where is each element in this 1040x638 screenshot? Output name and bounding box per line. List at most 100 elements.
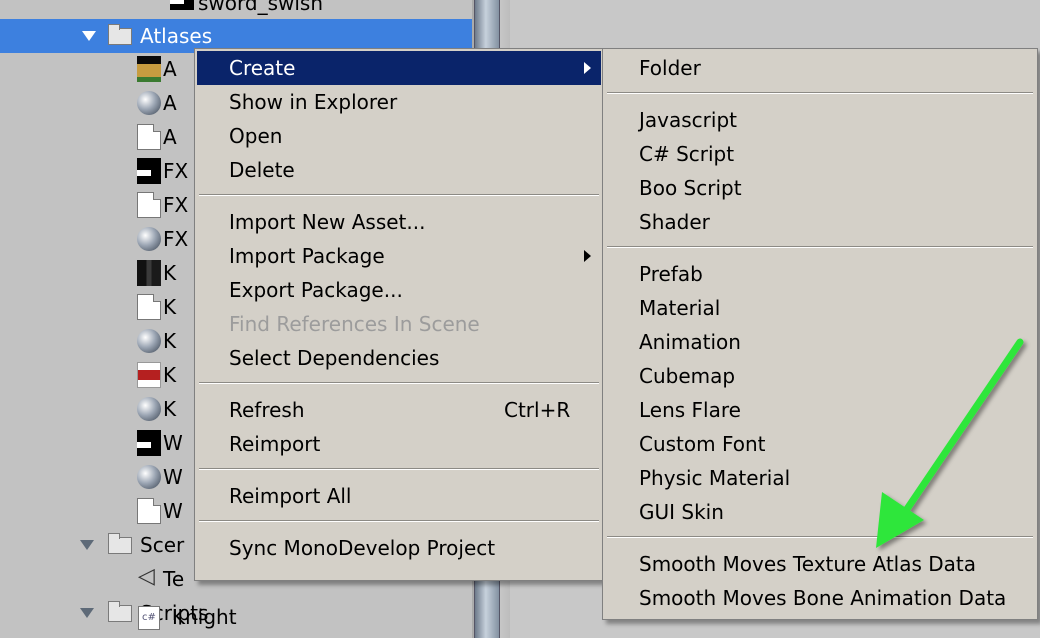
folder-icon xyxy=(108,533,132,554)
menu-item-export-package[interactable]: Export Package... xyxy=(197,273,601,307)
menu-item-label: Create xyxy=(229,56,296,80)
tree-item-label: A xyxy=(163,91,177,115)
menu-separator xyxy=(199,468,599,470)
texture-icon xyxy=(137,260,161,286)
document-icon xyxy=(137,192,161,218)
texture-icon xyxy=(170,0,194,10)
menu-item-folder[interactable]: Folder xyxy=(605,51,1035,85)
menu-item-physic-material[interactable]: Physic Material xyxy=(605,461,1035,495)
menu-item-label: Refresh xyxy=(229,398,305,422)
menu-item-select-dependencies[interactable]: Select Dependencies xyxy=(197,341,601,375)
submenu-arrow-icon xyxy=(584,62,591,74)
tree-item-label: K xyxy=(163,363,177,387)
menu-item-reimport-all[interactable]: Reimport All xyxy=(197,479,601,513)
menu-item-label: Physic Material xyxy=(639,466,791,490)
tree-item-label: K xyxy=(163,397,177,421)
texture-icon xyxy=(137,158,161,184)
menu-item-label: Material xyxy=(639,296,721,320)
menu-item-material[interactable]: Material xyxy=(605,291,1035,325)
menu-item-open[interactable]: Open xyxy=(197,119,601,153)
menu-item-sync-monodevelop[interactable]: Sync MonoDevelop Project xyxy=(197,531,601,565)
submenu-arrow-icon xyxy=(584,250,591,262)
menu-item-label: Smooth Moves Bone Animation Data xyxy=(639,586,1007,610)
menu-item-prefab[interactable]: Prefab xyxy=(605,257,1035,291)
menu-item-label: Boo Script xyxy=(639,176,742,200)
menu-item-lens-flare[interactable]: Lens Flare xyxy=(605,393,1035,427)
menu-item-label: Open xyxy=(229,124,283,148)
menu-separator xyxy=(607,536,1033,538)
tree-item-label: sword_swish xyxy=(198,0,324,15)
material-icon xyxy=(137,227,161,251)
menu-item-label: Sync MonoDevelop Project xyxy=(229,536,496,560)
menu-separator xyxy=(199,382,599,384)
menu-item-label: Lens Flare xyxy=(639,398,741,422)
menu-item-label: Show in Explorer xyxy=(229,90,398,114)
menu-item-label: Javascript xyxy=(639,108,737,132)
tree-item-label: FX xyxy=(163,159,189,183)
tree-item-label: K xyxy=(163,261,177,285)
menu-item-import-new-asset[interactable]: Import New Asset... xyxy=(197,205,601,239)
menu-item-smooth-moves-bone[interactable]: Smooth Moves Bone Animation Data xyxy=(605,581,1035,615)
menu-item-boo-script[interactable]: Boo Script xyxy=(605,171,1035,205)
menu-item-label: Smooth Moves Texture Atlas Data xyxy=(639,552,977,576)
document-icon xyxy=(137,294,161,320)
menu-item-delete[interactable]: Delete xyxy=(197,153,601,187)
menu-item-smooth-moves-atlas[interactable]: Smooth Moves Texture Atlas Data xyxy=(605,547,1035,581)
menu-item-label: Custom Font xyxy=(639,432,766,456)
menu-item-label: C# Script xyxy=(639,142,735,166)
menu-item-import-package[interactable]: Import Package xyxy=(197,239,601,273)
tree-folder-label: Scer xyxy=(140,533,185,557)
menu-item-label: Export Package... xyxy=(229,278,403,302)
menu-item-csharp-script[interactable]: C# Script xyxy=(605,137,1035,171)
folder-icon xyxy=(108,24,132,45)
create-submenu: Folder Javascript C# Script Boo Script S… xyxy=(602,48,1038,620)
tree-item-label: Te xyxy=(163,567,185,591)
menu-item-refresh[interactable]: Refresh Ctrl+R xyxy=(197,393,601,427)
menu-separator xyxy=(607,92,1033,94)
material-icon xyxy=(137,329,161,353)
material-icon xyxy=(137,397,161,421)
menu-item-gui-skin[interactable]: GUI Skin xyxy=(605,495,1035,529)
menu-separator xyxy=(199,520,599,522)
texture-icon xyxy=(137,56,161,82)
tree-item-label: K xyxy=(163,329,177,353)
menu-item-label: Delete xyxy=(229,158,295,182)
material-icon xyxy=(137,91,161,115)
menu-separator xyxy=(199,194,599,196)
menu-item-label: Folder xyxy=(639,56,701,80)
document-icon xyxy=(137,498,161,524)
menu-item-label: Find References In Scene xyxy=(229,312,480,336)
texture-icon xyxy=(137,430,161,456)
document-icon xyxy=(137,124,161,150)
expand-arrow-icon[interactable] xyxy=(82,31,96,41)
expand-arrow-icon[interactable] xyxy=(80,540,94,550)
tree-item-label: A xyxy=(163,57,177,81)
tree-item-label: W xyxy=(163,431,183,455)
menu-item-cubemap[interactable]: Cubemap xyxy=(605,359,1035,393)
menu-item-label: Animation xyxy=(639,330,741,354)
menu-item-label: Prefab xyxy=(639,262,703,286)
texture-icon xyxy=(137,362,161,388)
menu-item-label: Reimport xyxy=(229,432,321,456)
menu-item-label: Import New Asset... xyxy=(229,210,426,234)
tree-item-label: FX xyxy=(163,193,189,217)
menu-item-label: GUI Skin xyxy=(639,500,724,524)
menu-item-label: Shader xyxy=(639,210,710,234)
menu-item-animation[interactable]: Animation xyxy=(605,325,1035,359)
tree-item-sword-swish[interactable]: sword_swish xyxy=(0,0,472,20)
context-menu: Create Show in Explorer Open Delete Impo… xyxy=(194,48,604,581)
unity-scene-icon xyxy=(136,562,160,592)
tree-item-label: W xyxy=(163,465,183,489)
menu-separator xyxy=(607,246,1033,248)
menu-item-create[interactable]: Create xyxy=(197,51,601,85)
menu-item-reimport[interactable]: Reimport xyxy=(197,427,601,461)
menu-item-shader[interactable]: Shader xyxy=(605,205,1035,239)
tree-item-script[interactable]: Knight xyxy=(0,604,472,638)
menu-shortcut: Ctrl+R xyxy=(504,398,571,422)
menu-item-label: Import Package xyxy=(229,244,385,268)
menu-item-javascript[interactable]: Javascript xyxy=(605,103,1035,137)
menu-item-label: Reimport All xyxy=(229,484,352,508)
menu-item-custom-font[interactable]: Custom Font xyxy=(605,427,1035,461)
menu-item-show-in-explorer[interactable]: Show in Explorer xyxy=(197,85,601,119)
tree-item-label: FX xyxy=(163,227,189,251)
